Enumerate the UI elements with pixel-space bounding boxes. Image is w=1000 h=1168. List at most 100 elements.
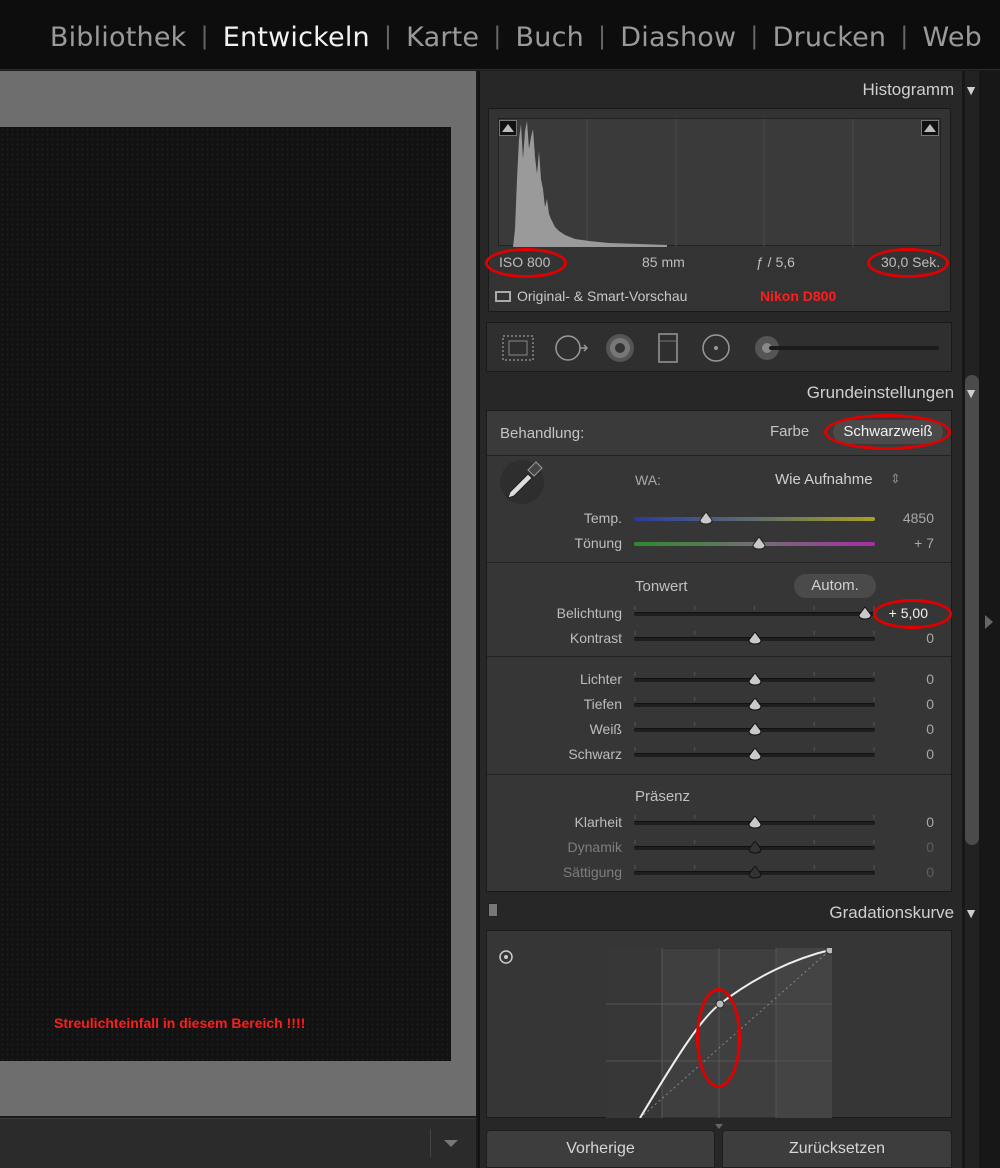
slider-label: Lichter	[579, 671, 622, 687]
temp-value[interactable]: 4850	[874, 510, 934, 526]
curve-point	[715, 999, 725, 1009]
slider-label: Tiefen	[583, 696, 622, 712]
slider-value[interactable]: 0	[874, 864, 934, 880]
curve-enable-toggle[interactable]	[488, 903, 498, 917]
slider-ticks	[634, 606, 875, 610]
histogram-luminance	[513, 121, 667, 247]
image-canvas[interactable]: Streulichteinfall in diesem Bereich !!!!	[0, 71, 476, 1116]
temp-slider-track[interactable]	[634, 517, 875, 521]
slider-value[interactable]: 0	[874, 814, 934, 830]
histogram-title: Histogramm	[862, 80, 955, 99]
slider-label: Belichtung	[556, 605, 622, 621]
collapse-triangle-icon: ▼	[964, 82, 978, 98]
adjustment-brush-tool-icon[interactable]	[755, 336, 939, 360]
slider-track[interactable]	[634, 612, 875, 616]
wb-eyedropper-button[interactable]	[500, 460, 544, 504]
slider-thumb[interactable]	[747, 672, 762, 686]
curve-header[interactable]: Gradationskurve ▼	[829, 903, 978, 923]
slider-thumb[interactable]	[747, 722, 762, 736]
curve-title: Gradationskurve	[829, 903, 955, 922]
camera-annotation: Nikon D800	[760, 288, 837, 304]
temp-slider-thumb[interactable]	[699, 511, 713, 525]
triangle-down-icon	[715, 1124, 723, 1129]
slider-label: Dynamik	[567, 839, 622, 855]
divider	[487, 656, 951, 657]
treatment-label: Behandlung:	[500, 425, 585, 442]
slider-thumb[interactable]	[747, 747, 762, 761]
slider-label: Weiß	[589, 721, 622, 737]
highlight-clipping-toggle[interactable]	[921, 120, 939, 136]
tint-slider-thumb[interactable]	[752, 536, 766, 550]
slider-thumb[interactable]	[747, 865, 762, 879]
scrollbar-thumb[interactable]	[965, 375, 979, 845]
graduated-filter-tool-icon[interactable]	[658, 333, 678, 363]
treatment-bw-option[interactable]: Schwarzweiß	[833, 420, 943, 444]
radial-filter-tool-icon[interactable]	[702, 334, 730, 362]
histogram-plot	[513, 119, 854, 247]
shadow-clipping-toggle[interactable]	[499, 120, 517, 136]
preview-icon	[495, 291, 511, 302]
triangle-up-icon	[502, 124, 514, 132]
previous-button[interactable]: Vorherige	[486, 1130, 715, 1168]
auto-tone-button[interactable]: Autom.	[794, 574, 876, 598]
slider-thumb[interactable]	[747, 631, 762, 645]
tone-label: Tonwert	[635, 578, 688, 595]
basic-header[interactable]: Grundeinstellungen ▼	[807, 383, 978, 403]
panel-collapse-arrow-icon[interactable]	[984, 614, 994, 630]
histogram-header[interactable]: Histogramm ▼	[863, 80, 978, 100]
module-separator: |	[200, 22, 209, 50]
toolbar-bottom	[0, 1118, 476, 1168]
slider-thumb[interactable]	[747, 697, 762, 711]
module-separator: |	[597, 22, 607, 50]
toolbar-toggle-button[interactable]	[430, 1129, 468, 1157]
collapse-triangle-icon: ▼	[964, 385, 978, 401]
module-separator: |	[493, 22, 502, 50]
slider-value[interactable]: + 5,00	[868, 605, 928, 621]
slider-value[interactable]: 0	[874, 630, 934, 646]
wb-stepper-icon[interactable]: ⇕	[890, 471, 901, 487]
histogram-graph	[498, 118, 941, 247]
module-picker-bar: Bibliothek | Entwickeln | Karte | Buch | Diashow…	[0, 0, 1000, 70]
module-diashow[interactable]: Diashow	[620, 22, 736, 53]
slider-label: Sättigung	[562, 864, 622, 880]
temp-label: Temp.	[583, 510, 622, 526]
treatment-color-option[interactable]: Farbe	[770, 423, 809, 440]
slider-value[interactable]: 0	[874, 696, 934, 712]
tint-value[interactable]: + 7	[874, 535, 934, 551]
tint-label: Tönung	[574, 535, 622, 551]
slider-thumb[interactable]	[747, 840, 762, 854]
panel-resize-handle[interactable]	[714, 1118, 724, 1129]
red-eye-tool-icon[interactable]	[606, 334, 634, 362]
chevron-down-icon	[444, 1140, 458, 1147]
collapse-triangle-icon: ▼	[964, 905, 978, 921]
module-buch[interactable]: Buch	[516, 22, 584, 53]
reset-button[interactable]: Zurücksetzen	[722, 1130, 952, 1168]
module-web[interactable]: Web	[923, 22, 982, 53]
slider-label: Klarheit	[574, 814, 622, 830]
module-karte[interactable]: Karte	[406, 22, 479, 53]
exif-iso: ISO 800	[499, 254, 551, 270]
crop-overlay-tool-icon[interactable]	[502, 335, 534, 361]
target-adjustment-icon[interactable]	[498, 949, 514, 965]
slider-label: Kontrast	[569, 630, 622, 646]
wb-label: WA:	[635, 472, 661, 488]
slider-value[interactable]: 0	[874, 671, 934, 687]
slider-thumb[interactable]	[747, 815, 762, 829]
preview-status: Original- & Smart-Vorschau	[495, 288, 687, 304]
module-bibliothek[interactable]: Bibliothek	[50, 22, 187, 53]
module-separator: |	[750, 22, 759, 50]
slider-value[interactable]: 0	[874, 721, 934, 737]
exif-aperture: ƒ / 5,6	[756, 254, 795, 270]
tone-curve-graph[interactable]	[606, 948, 832, 1118]
module-entwickeln[interactable]: Entwickeln	[223, 22, 370, 53]
spot-removal-tool-icon[interactable]	[555, 335, 589, 361]
slider-value[interactable]: 0	[874, 746, 934, 762]
basic-title: Grundeinstellungen	[806, 383, 955, 402]
slider-value[interactable]: 0	[874, 839, 934, 855]
wb-preset-select[interactable]: Wie Aufnahme	[775, 471, 873, 488]
module-separator: |	[900, 22, 909, 50]
photo-preview[interactable]	[0, 127, 451, 1061]
module-drucken[interactable]: Drucken	[773, 22, 887, 53]
module-separator: |	[383, 22, 393, 50]
tool-strip	[486, 322, 952, 372]
